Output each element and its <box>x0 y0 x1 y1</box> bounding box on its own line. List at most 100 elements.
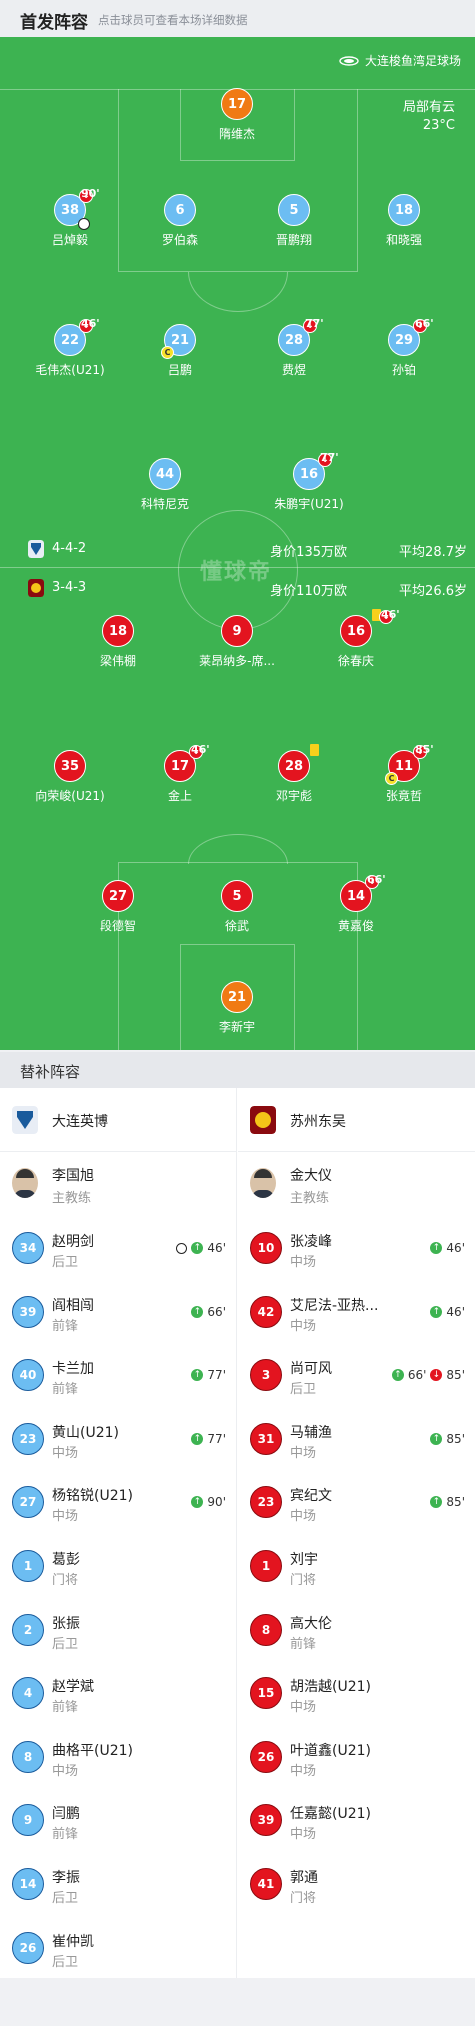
coach-name: 李国旭 <box>52 1168 94 1184</box>
subs-title: 替补阵容 <box>20 1063 81 1081</box>
sub-player-row[interactable]: 8 曲格平(U21) 中场 <box>0 1725 236 1789</box>
sub-in-time: 85' <box>446 1431 465 1446</box>
sub-player-row[interactable]: 26 崔仲凯 后卫 <box>0 1916 236 1980</box>
sub-player-row[interactable]: 3 尚可风 后卫 ↑ 66' ↓ 85' <box>238 1343 475 1407</box>
home-formation: 4-4-2 <box>52 541 87 556</box>
player-away-mid[interactable]: 17 ↓ 46' 金上 <box>120 743 240 804</box>
player-home-fwd[interactable]: 44 科特尼克 <box>105 458 225 512</box>
player-name: 张竟哲 <box>385 789 422 803</box>
player-away-def[interactable]: 5 徐武 <box>177 880 297 934</box>
sub-player-name: 艾尼法-亚热... <box>290 1297 379 1314</box>
sub-player-row[interactable]: 15 胡浩越(U21) 中场 <box>238 1661 475 1725</box>
sub-player-name: 曲格平(U21) <box>52 1742 133 1759</box>
player-home-def[interactable]: 6 罗伯森 <box>120 194 240 248</box>
player-away-gk[interactable]: 21 李新宇 <box>177 981 297 1035</box>
sub-player-row[interactable]: 2 张振 后卫 <box>0 1598 236 1662</box>
player-number-text: 38 <box>60 202 80 218</box>
player-away-mid[interactable]: 11 ↓ 85' C 张竟哲 <box>344 743 464 804</box>
sub-player-row[interactable]: 4 赵学斌 前锋 <box>0 1661 236 1725</box>
sub-player-number: 31 <box>250 1422 282 1455</box>
sub-player-row[interactable]: 39 任嘉懿(U21) 中场 <box>238 1788 475 1852</box>
player-home-mid[interactable]: 22 ↓ 46' 毛伟杰(U21) <box>10 317 130 378</box>
home-team-header[interactable]: 大连英博 <box>0 1088 236 1152</box>
away-subs-column: 苏州东吴 金大仪 主教练 10 张凌峰 中场 ↑ 46' 42 艾尼法-亚热... 中场 ↑ 46… <box>238 1088 475 1916</box>
sub-player-row[interactable]: 40 卡兰加 前锋 ↑ 77' <box>0 1343 236 1407</box>
player-number-text: 16 <box>346 623 366 639</box>
player-away-mid[interactable]: 35 向荣峻(U21) <box>10 750 130 804</box>
player-name: 朱鹏宇(U21) <box>274 497 344 511</box>
home-team-name: 大连英博 <box>52 1114 108 1130</box>
player-number: 14 ↓ 66' <box>340 873 386 912</box>
player-name: 梁伟棚 <box>99 654 136 668</box>
player-home-mid[interactable]: 21 C 吕鹏 <box>120 324 240 378</box>
yellow-card-icon <box>310 744 319 756</box>
away-team-header[interactable]: 苏州东吴 <box>238 1088 475 1152</box>
sub-player-name: 任嘉懿(U21) <box>290 1806 371 1823</box>
sub-player-name: 闫鹏 <box>52 1806 80 1823</box>
sub-player-name: 崔仲凯 <box>52 1933 94 1950</box>
coach-role: 主教练 <box>290 1191 330 1206</box>
home-value: 身价135万欧 <box>270 545 347 560</box>
sub-player-name: 李振 <box>52 1869 80 1886</box>
sub-player-row[interactable]: 23 宾纪文 中场 ↑ 85' <box>238 1470 475 1534</box>
sub-player-row[interactable]: 27 杨铭锐(U21) 中场 ↑ 90' <box>0 1470 236 1534</box>
sub-player-row[interactable]: 41 郭通 门将 <box>238 1852 475 1916</box>
player-name: 毛伟杰(U21) <box>35 363 105 377</box>
sub-player-name: 赵明剑 <box>52 1234 94 1250</box>
sub-player-row[interactable]: 23 黄山(U21) 中场 ↑ 77' <box>0 1407 236 1471</box>
sub-out-time: 85' <box>446 1368 465 1383</box>
page-subtitle: 点击球员可查看本场详细数据 <box>98 13 248 27</box>
sub-player-row[interactable]: 39 阎相闯 前锋 ↑ 66' <box>0 1280 236 1344</box>
away-coach[interactable]: 金大仪 主教练 <box>238 1152 475 1216</box>
player-number: 27 <box>102 880 134 912</box>
away-team-summary: 3-4-3 身价110万欧 平均26.6岁 <box>28 578 467 599</box>
player-home-def[interactable]: 38 ↓ 90' 吕焯毅 <box>10 187 130 248</box>
sub-events: ↑ 85' <box>430 1495 465 1509</box>
player-home-mid[interactable]: 29 ↓ 66' 孙铂 <box>344 317 464 378</box>
sub-player-row[interactable]: 34 赵明剑 后卫 ↑ 46' <box>0 1216 236 1280</box>
sub-in-icon: ↑ <box>430 1305 443 1318</box>
home-coach[interactable]: 李国旭 主教练 <box>0 1152 236 1216</box>
player-away-fwd[interactable]: 16 ↓ 46' 徐春庆 <box>296 608 416 669</box>
sub-player-row[interactable]: 10 张凌峰 中场 ↑ 46' <box>238 1216 475 1280</box>
sub-player-name: 郭通 <box>290 1869 318 1886</box>
sub-player-row[interactable]: 31 马辅渔 中场 ↑ 85' <box>238 1407 475 1471</box>
player-number: 22 ↓ 46' <box>54 317 100 356</box>
sub-in-time: 77' <box>207 1431 226 1446</box>
sub-in-icon: ↑ <box>191 1242 204 1254</box>
sub-player-number: 42 <box>250 1295 282 1328</box>
player-away-def[interactable]: 27 段德智 <box>58 880 178 934</box>
sub-player-row[interactable]: 42 艾尼法-亚热... 中场 ↑ 46' <box>238 1280 475 1344</box>
player-away-fwd[interactable]: 9 莱昂纳多-席... <box>177 615 297 669</box>
player-home-fwd[interactable]: 16 ↓ 77' 朱鹏宇(U21) <box>249 451 369 512</box>
player-home-gk[interactable]: 17 隋维杰 <box>177 88 297 142</box>
player-name: 科特尼克 <box>140 497 189 511</box>
sub-events: ↑ 46' <box>430 1305 465 1319</box>
sub-player-row[interactable]: 1 刘宇 门将 <box>238 1534 475 1598</box>
player-home-mid[interactable]: 28 ↓ 77' 费煜 <box>234 317 354 378</box>
sub-events: ↑ 66' <box>191 1305 226 1319</box>
sub-player-number: 26 <box>250 1740 282 1773</box>
sub-player-row[interactable]: 9 闫鹏 前锋 <box>0 1788 236 1852</box>
player-name: 段德智 <box>99 919 136 933</box>
sub-player-row[interactable]: 1 葛彭 门将 <box>0 1534 236 1598</box>
sub-events: ↑ 85' <box>430 1432 465 1446</box>
lineup-page: 首发阵容 点击球员可查看本场详细数据 大连梭鱼湾足球场 局部有云 23°C 懂球… <box>0 0 475 2026</box>
player-name: 李新宇 <box>218 1020 255 1034</box>
away-team-name: 苏州东吴 <box>290 1114 346 1130</box>
sub-player-row[interactable]: 14 李振 后卫 <box>0 1852 236 1916</box>
sub-player-number: 3 <box>250 1359 282 1392</box>
player-away-fwd[interactable]: 18 梁伟棚 <box>58 615 178 669</box>
player-number-text: 29 <box>394 332 414 348</box>
player-away-def[interactable]: 14 ↓ 66' 黄嘉俊 <box>296 873 416 934</box>
player-home-def[interactable]: 5 晋鹏翔 <box>234 194 354 248</box>
sub-in-time: 77' <box>207 1368 226 1383</box>
player-home-def[interactable]: 18 和晓强 <box>344 194 464 248</box>
sub-player-position: 后卫 <box>52 1255 79 1270</box>
sub-in-time: 66' <box>407 1368 427 1383</box>
player-away-mid[interactable]: 28 邓宇彪 <box>234 744 354 804</box>
sub-in-icon: ↑ <box>430 1496 443 1509</box>
sub-player-row[interactable]: 8 高大伦 前锋 <box>238 1598 475 1662</box>
sub-player-row[interactable]: 26 叶道鑫(U21) 中场 <box>238 1725 475 1789</box>
player-number-text: 11 <box>394 758 414 774</box>
